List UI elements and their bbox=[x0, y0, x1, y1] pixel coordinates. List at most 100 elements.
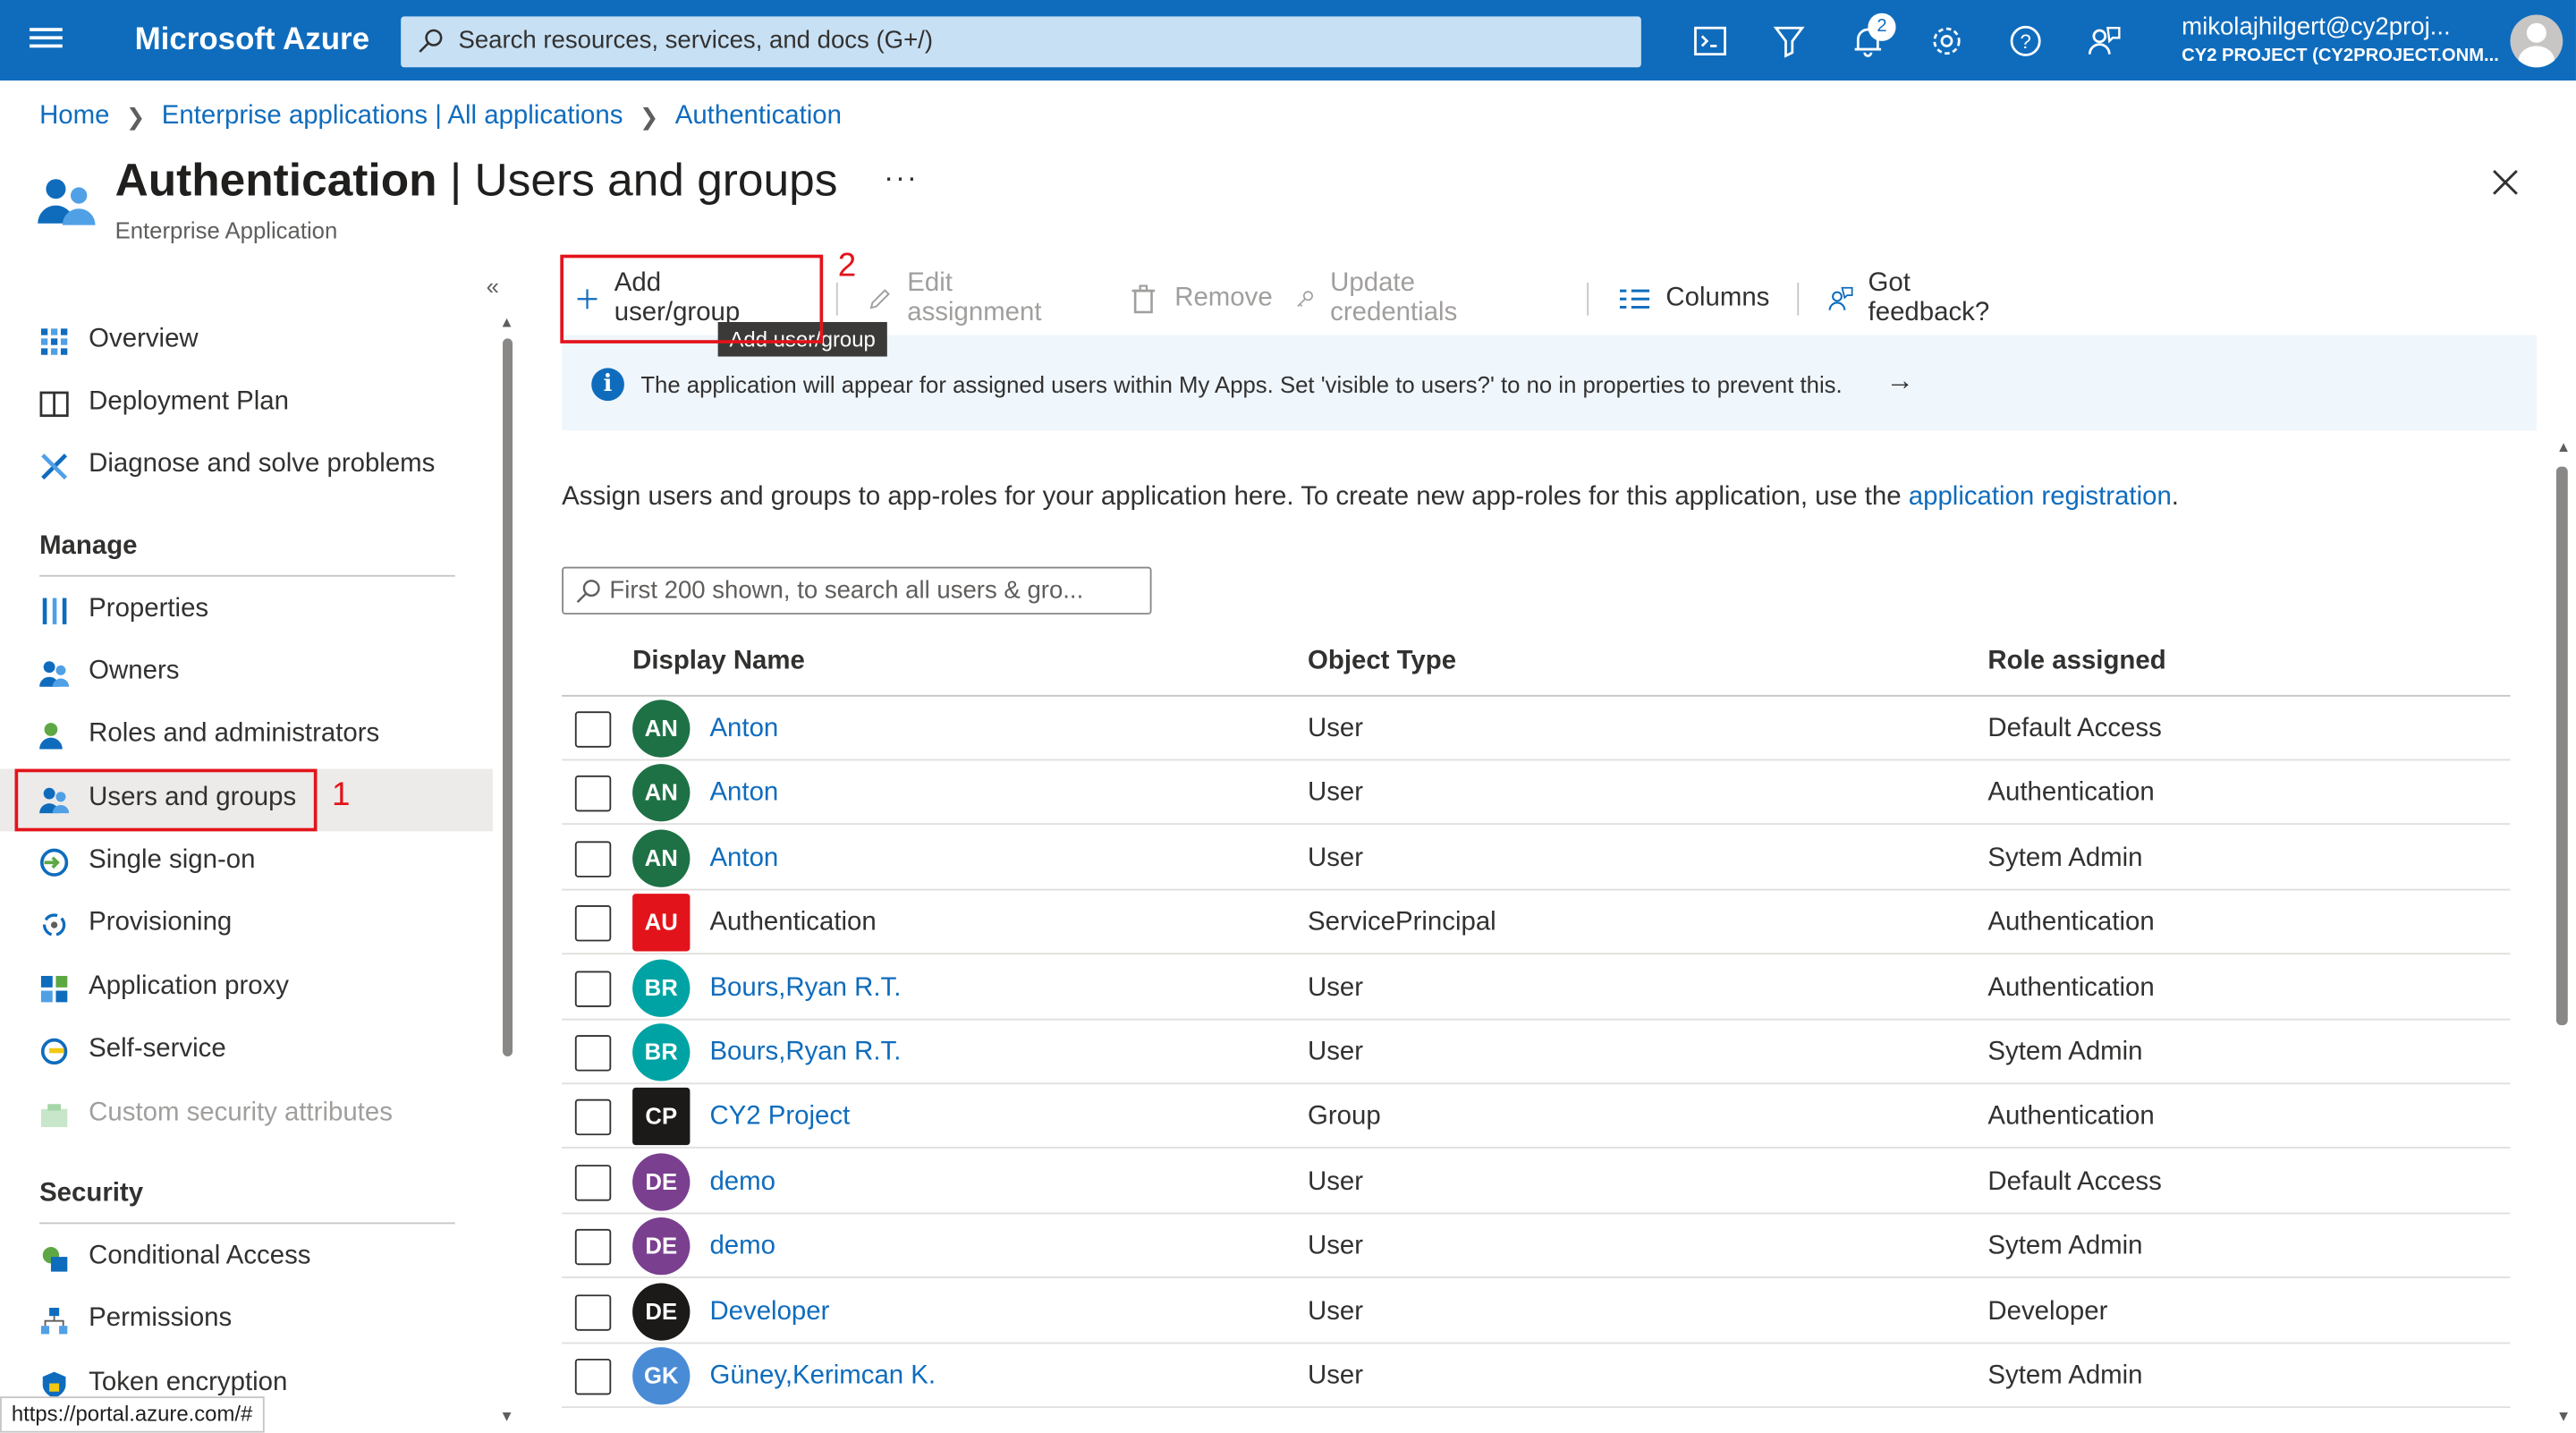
account-menu[interactable]: mikolajhilgert@cy2proj... CY2 PROJECT (C… bbox=[2182, 13, 2499, 66]
main-scrollbar[interactable] bbox=[2555, 466, 2568, 1026]
row-checkbox[interactable] bbox=[574, 1099, 612, 1136]
update-credentials-button[interactable]: Update credentials bbox=[1294, 269, 1469, 328]
display-name-link[interactable]: Developer bbox=[709, 1297, 829, 1327]
sidebar-scrollbar[interactable] bbox=[503, 338, 513, 1056]
info-icon: i bbox=[591, 368, 624, 402]
display-name-link[interactable]: demo bbox=[709, 1233, 775, 1262]
object-type-cell: User bbox=[1308, 1038, 1364, 1067]
global-search-input[interactable]: Search resources, services, and docs (G+… bbox=[401, 16, 1641, 68]
columns-button[interactable]: Columns bbox=[1618, 269, 1769, 328]
sidebar-item-custom-security-attributes[interactable]: Custom security attributes bbox=[0, 1084, 493, 1147]
row-checkbox[interactable] bbox=[574, 711, 612, 748]
feedback-icon[interactable] bbox=[2087, 23, 2123, 59]
directory-filter-icon[interactable] bbox=[1771, 23, 1807, 59]
notifications-badge: 2 bbox=[1868, 13, 1896, 41]
row-checkbox[interactable] bbox=[574, 841, 612, 878]
close-icon[interactable] bbox=[2487, 165, 2523, 200]
sidebar-scroll-down-icon[interactable]: ▼ bbox=[499, 1408, 513, 1424]
sidebar-item-provisioning[interactable]: Provisioning bbox=[0, 894, 493, 956]
row-checkbox[interactable] bbox=[574, 776, 612, 813]
sidebar-item-roles[interactable]: Roles and administrators bbox=[0, 705, 493, 767]
display-name-link[interactable]: Anton bbox=[709, 779, 778, 809]
role-assigned-cell: Sytem Admin bbox=[1987, 1038, 2143, 1067]
row-checkbox[interactable] bbox=[574, 1229, 612, 1266]
display-name-link[interactable]: CY2 Project bbox=[709, 1103, 850, 1132]
display-name-link[interactable]: demo bbox=[709, 1168, 775, 1198]
trash-icon bbox=[1131, 284, 1156, 314]
search-placeholder: Search resources, services, and docs (G+… bbox=[458, 26, 934, 55]
main-scroll-up-icon[interactable]: ▲ bbox=[2556, 438, 2571, 454]
search-icon bbox=[576, 580, 600, 603]
users-search-input[interactable]: First 200 shown, to search all users & g… bbox=[562, 566, 1152, 615]
sidebar-item-properties[interactable]: Properties bbox=[0, 580, 493, 642]
row-checkbox[interactable] bbox=[574, 970, 612, 1007]
row-checkbox[interactable] bbox=[574, 1358, 612, 1395]
object-type-cell: User bbox=[1308, 1297, 1364, 1326]
collapse-sidebar-button[interactable]: « bbox=[487, 273, 499, 299]
breadcrumb-enterprise-apps[interactable]: Enterprise applications | All applicatio… bbox=[162, 102, 623, 131]
object-type-cell: User bbox=[1308, 714, 1364, 743]
sidebar-item-conditional-access[interactable]: Conditional Access bbox=[0, 1227, 493, 1290]
info-banner-text: The application will appear for assigned… bbox=[640, 371, 1843, 398]
more-options-button[interactable]: ··· bbox=[884, 161, 919, 196]
properties-icon bbox=[42, 598, 67, 624]
remove-label: Remove bbox=[1174, 284, 1273, 312]
annotation-box-2 bbox=[560, 254, 824, 343]
table-row[interactable]: DE demo User Sytem Admin bbox=[562, 1215, 2511, 1279]
account-avatar[interactable] bbox=[2510, 14, 2563, 68]
table-row[interactable]: CP CY2 Project Group Authentication bbox=[562, 1085, 2511, 1149]
arrow-right-icon[interactable]: → bbox=[1886, 365, 1914, 398]
display-name-link[interactable]: Bours,Ryan R.T. bbox=[709, 973, 901, 1003]
role-assigned-cell: Default Access bbox=[1987, 714, 2162, 743]
sidebar-item-diagnose[interactable]: Diagnose and solve problems bbox=[0, 436, 493, 498]
application-registration-link[interactable]: application registration bbox=[1909, 483, 2172, 511]
object-type-cell: User bbox=[1308, 1232, 1364, 1261]
settings-gear-icon[interactable] bbox=[1928, 23, 1964, 59]
breadcrumb-home[interactable]: Home bbox=[39, 102, 109, 131]
table-row[interactable]: AN Anton User Authentication bbox=[562, 761, 2511, 826]
help-icon[interactable]: ? bbox=[2007, 23, 2043, 59]
column-header-object-type[interactable]: Object Type bbox=[1308, 648, 1456, 677]
breadcrumb-authentication[interactable]: Authentication bbox=[675, 102, 842, 131]
table-row[interactable]: AN Anton User Sytem Admin bbox=[562, 826, 2511, 891]
main-scroll-down-icon[interactable]: ▼ bbox=[2556, 1408, 2571, 1424]
sidebar-item-self-service[interactable]: Self-service bbox=[0, 1021, 493, 1083]
sidebar-item-deployment-plan[interactable]: Deployment Plan bbox=[0, 373, 493, 436]
table-row[interactable]: DE demo User Default Access bbox=[562, 1149, 2511, 1214]
display-name-link[interactable]: Anton bbox=[709, 844, 778, 874]
edit-assignment-label: Edit assignment bbox=[907, 269, 1042, 327]
custom-attributes-icon bbox=[40, 1104, 68, 1127]
table-row[interactable]: BR Bours,Ryan R.T. User Authentication bbox=[562, 955, 2511, 1020]
row-checkbox[interactable] bbox=[574, 1293, 612, 1330]
remove-button[interactable]: Remove bbox=[1127, 269, 1273, 328]
row-checkbox[interactable] bbox=[574, 1164, 612, 1201]
hamburger-menu-icon[interactable] bbox=[30, 23, 63, 56]
row-checkbox[interactable] bbox=[574, 905, 612, 942]
column-header-display-name[interactable]: Display Name bbox=[632, 648, 805, 677]
toolbar-divider bbox=[1797, 282, 1800, 316]
sidebar-item-overview[interactable]: Overview bbox=[0, 310, 493, 373]
table-row[interactable]: AN Anton User Default Access bbox=[562, 697, 2511, 761]
display-name-link[interactable]: Bours,Ryan R.T. bbox=[709, 1039, 901, 1068]
table-row[interactable]: BR Bours,Ryan R.T. User Sytem Admin bbox=[562, 1021, 2511, 1085]
table-row[interactable]: DE Developer User Developer bbox=[562, 1279, 2511, 1344]
display-name-link[interactable]: Güney,Kerimcan K. bbox=[709, 1362, 936, 1392]
cloud-shell-icon[interactable] bbox=[1692, 23, 1728, 59]
table-row[interactable]: GK Güney,Kerimcan K. User Sytem Admin bbox=[562, 1344, 2511, 1409]
sidebar-item-single-sign-on[interactable]: Single sign-on bbox=[0, 831, 493, 894]
row-checkbox[interactable] bbox=[574, 1035, 612, 1072]
table-row[interactable]: AU Authentication ServicePrincipal Authenti… bbox=[562, 891, 2511, 955]
sidebar-item-application-proxy[interactable]: Application proxy bbox=[0, 958, 493, 1021]
column-header-role-assigned[interactable]: Role assigned bbox=[1987, 648, 2165, 677]
brand-title[interactable]: Microsoft Azure bbox=[135, 23, 369, 59]
got-feedback-button[interactable]: Got feedback? bbox=[1828, 269, 1997, 328]
display-name-link[interactable]: Anton bbox=[709, 715, 778, 744]
sidebar-scroll-up-icon[interactable]: ▲ bbox=[499, 314, 513, 330]
role-assigned-cell: Authentication bbox=[1987, 779, 2155, 808]
sidebar-item-owners[interactable]: Owners bbox=[0, 642, 493, 705]
sidebar-item-label: Provisioning bbox=[89, 908, 233, 937]
sidebar-item-permissions[interactable]: Permissions bbox=[0, 1290, 493, 1352]
object-type-cell: User bbox=[1308, 1361, 1364, 1390]
edit-assignment-button[interactable]: Edit assignment bbox=[868, 269, 1050, 328]
avatar: AN bbox=[632, 764, 691, 823]
